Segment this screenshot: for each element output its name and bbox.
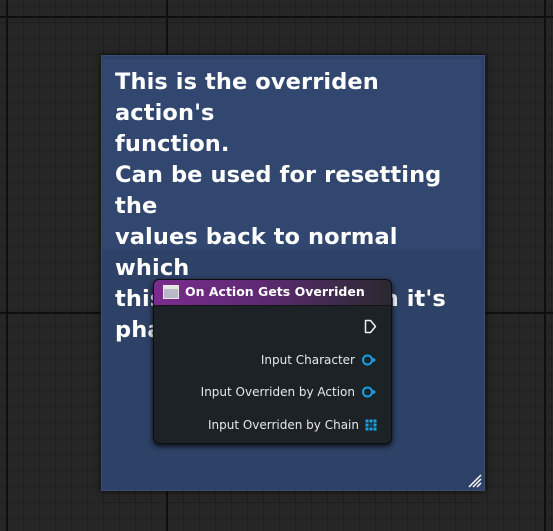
grid-line: [0, 16, 553, 18]
node-title: On Action Gets Overriden: [185, 284, 365, 299]
pin-label: Input Character: [260, 353, 355, 367]
graph-canvas[interactable]: This is the overriden action's function.…: [0, 0, 553, 531]
pin-label: Input Overriden by Action: [200, 385, 355, 399]
array-output-pin-icon[interactable]: [365, 419, 377, 431]
node-header[interactable]: On Action Gets Overriden: [154, 280, 391, 306]
event-node-icon: [163, 285, 179, 299]
grid-line: [6, 0, 8, 531]
exec-output-pin-icon[interactable]: [364, 319, 377, 334]
exec-output-pin[interactable]: [364, 317, 377, 335]
pin-input-overriden-by-chain[interactable]: Input Overriden by Chain: [208, 416, 377, 434]
pin-input-character[interactable]: Input Character: [261, 351, 377, 369]
comment-header[interactable]: This is the overriden action's function.…: [103, 59, 481, 343]
object-output-pin-icon[interactable]: [361, 353, 377, 367]
event-node[interactable]: On Action Gets Overriden Input Character…: [153, 279, 392, 444]
resize-handle-icon[interactable]: [468, 474, 482, 488]
pin-label: Input Overriden by Chain: [207, 418, 359, 432]
object-output-pin-icon[interactable]: [361, 385, 377, 399]
grid-line: [544, 0, 546, 531]
pin-input-overriden-by-action[interactable]: Input Overriden by Action: [201, 383, 377, 401]
